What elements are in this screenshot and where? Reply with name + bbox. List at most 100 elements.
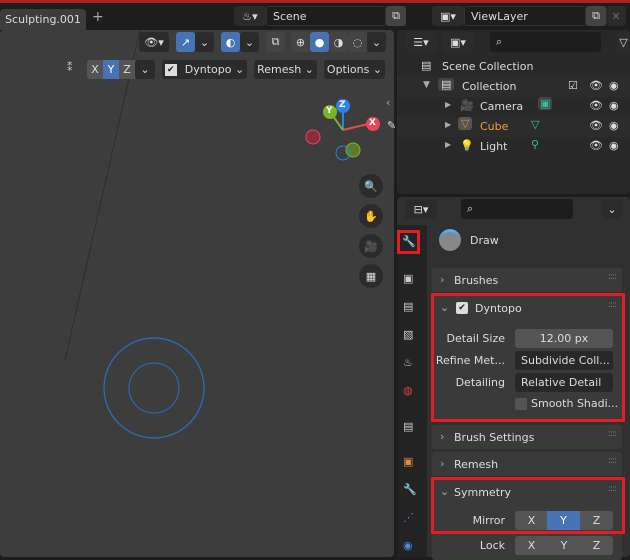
axis-label: Y bbox=[107, 63, 115, 76]
render-camera-icon[interactable]: ◉ bbox=[609, 119, 619, 132]
symmetry-dropdown-icon[interactable]: ⌄ bbox=[135, 60, 155, 79]
collection-row[interactable]: ▼ ▤ Collection ☑ 👁 ◉ bbox=[397, 77, 630, 97]
new-scene-icon[interactable]: ⧉ bbox=[386, 6, 406, 26]
panel-title: Remesh bbox=[454, 458, 499, 471]
dyntopo-dropdown[interactable]: ✔ Dyntopo ⌄ bbox=[162, 60, 247, 79]
wireframe-shading-icon[interactable]: ⊕ bbox=[291, 32, 310, 52]
tool-tab-icon[interactable]: 🔧 bbox=[402, 235, 416, 248]
outliner-item-camera[interactable]: ▶ 🎥 Camera ▣ 👁 ◉ bbox=[397, 97, 630, 117]
remesh-panel[interactable]: › Remesh:::: bbox=[432, 452, 622, 476]
modifier-tab-icon[interactable]: 🔧 bbox=[403, 483, 417, 496]
properties-options-icon[interactable]: ⌄ bbox=[602, 199, 622, 219]
mesh-object-icon: ▽ bbox=[458, 117, 473, 130]
visibility-eye-icon[interactable]: 👁 bbox=[589, 119, 603, 132]
collapsed-chevron-icon: › bbox=[440, 273, 445, 286]
brush-settings-panel[interactable]: › Brush Settings:::: bbox=[432, 425, 622, 449]
scene-field[interactable]: Scene bbox=[266, 6, 386, 26]
gizmo-dropdown-icon[interactable]: ⌄ bbox=[195, 32, 214, 52]
lock-z-button[interactable]: Z bbox=[580, 536, 613, 555]
sidebar-toggle-icon[interactable]: ‹ bbox=[386, 96, 390, 109]
properties-search-input[interactable]: ⌕ bbox=[461, 199, 573, 219]
remove-view-layer-icon[interactable]: ✕ bbox=[606, 6, 626, 26]
drag-grip-icon[interactable]: :::: bbox=[608, 456, 617, 466]
drag-grip-icon[interactable]: :::: bbox=[608, 272, 617, 282]
overlays-dropdown-icon[interactable]: ⌄ bbox=[240, 32, 259, 52]
xray-toggle-icon[interactable]: ⧉ bbox=[266, 32, 285, 52]
filter-view-layer-icon[interactable]: ▣▾ bbox=[442, 32, 474, 52]
workspace-tab-sculpting[interactable]: Sculpting.001 bbox=[0, 9, 86, 30]
render-camera-icon[interactable]: ◉ bbox=[609, 79, 619, 92]
selectability-visibility-icon[interactable]: 👁▾ bbox=[139, 32, 169, 52]
camera-view-icon[interactable]: 🎥 bbox=[359, 234, 383, 258]
new-view-layer-icon[interactable]: ⧉ bbox=[586, 6, 606, 26]
drag-grip-icon[interactable]: :::: bbox=[608, 429, 617, 439]
tool-name: Draw bbox=[470, 234, 499, 247]
material-shading-icon[interactable]: ◑ bbox=[329, 32, 348, 52]
scene-tab-icon[interactable]: ♨ bbox=[403, 356, 413, 369]
render-camera-icon[interactable]: ◉ bbox=[609, 139, 619, 152]
dyntopo-highlight bbox=[431, 293, 625, 422]
light-data-icon[interactable]: ⚲ bbox=[531, 138, 539, 151]
collection-label: Collection bbox=[462, 80, 517, 93]
expand-arrow-icon[interactable]: ▶ bbox=[445, 140, 451, 149]
gizmo-x-label: X bbox=[369, 118, 376, 128]
mesh-data-icon[interactable]: ▽ bbox=[531, 118, 539, 131]
expand-arrow-icon[interactable]: ▼ bbox=[423, 80, 430, 90]
overlays-toggle-icon[interactable]: ◐ bbox=[221, 32, 240, 52]
physics-tab-icon[interactable]: ◉ bbox=[403, 539, 413, 552]
shading-dropdown-icon[interactable]: ⌄ bbox=[367, 32, 386, 52]
eyedropper-icon[interactable]: ✎ bbox=[387, 119, 396, 132]
perspective-toggle-icon[interactable]: ▦ bbox=[359, 264, 383, 288]
collection-tab-icon[interactable]: ▤ bbox=[403, 420, 413, 433]
render-camera-icon[interactable]: ◉ bbox=[609, 99, 619, 112]
brushes-panel[interactable]: › Brushes:::: bbox=[432, 268, 622, 292]
visibility-eye-icon[interactable]: 👁 bbox=[589, 99, 603, 112]
collapsed-chevron-icon: › bbox=[440, 457, 445, 470]
filter-icon[interactable]: ▽ bbox=[617, 32, 630, 52]
scene-selector-icon[interactable]: ♨▾ bbox=[234, 6, 266, 26]
view-layer-tab-icon[interactable]: ▧ bbox=[403, 328, 413, 341]
display-mode-icon[interactable]: ☰▾ bbox=[405, 32, 437, 52]
zoom-view-icon[interactable]: 🔍 bbox=[359, 174, 383, 198]
visibility-eye-icon[interactable]: 👁 bbox=[589, 79, 603, 92]
dyntopo-checkbox[interactable]: ✔ bbox=[164, 63, 177, 76]
outliner-search-input[interactable]: ⌕ bbox=[490, 32, 601, 52]
options-label: Options bbox=[326, 63, 370, 76]
world-tab-icon[interactable]: ◍ bbox=[403, 384, 413, 397]
gizmo-y-label: Y bbox=[326, 106, 333, 116]
lock-y-button[interactable]: Y bbox=[548, 536, 580, 555]
scene-collection-icon: ▤ bbox=[421, 59, 432, 72]
exclude-checkbox[interactable]: ☑ bbox=[568, 79, 578, 92]
expand-arrow-icon[interactable]: ▶ bbox=[445, 100, 451, 109]
visibility-eye-icon[interactable]: 👁 bbox=[589, 139, 603, 152]
dyntopo-label: Dyntopo bbox=[184, 63, 232, 76]
pan-view-icon[interactable]: ✋ bbox=[359, 204, 383, 228]
outliner-item-cube[interactable]: ✎ ▶ ▽ Cube ▽ 👁 ◉ bbox=[387, 117, 630, 137]
view-layer-field[interactable]: ViewLayer bbox=[464, 6, 586, 26]
render-tab-icon[interactable]: ▣ bbox=[403, 272, 413, 285]
expand-arrow-icon[interactable]: ▶ bbox=[445, 120, 451, 129]
gizmo-toggle-icon[interactable]: ↗ bbox=[176, 32, 195, 52]
3d-viewport[interactable]: Z X Y bbox=[0, 30, 394, 557]
editor-type-icon[interactable]: ⊟▾ bbox=[405, 199, 437, 219]
viewport-mirror-z[interactable]: Z bbox=[119, 60, 135, 79]
remesh-dropdown[interactable]: Remesh ⌄ bbox=[254, 60, 317, 79]
rendered-shading-icon[interactable]: ◌ bbox=[348, 32, 367, 52]
camera-data-icon[interactable]: ▣ bbox=[538, 97, 553, 110]
options-dropdown[interactable]: Options ⌄ bbox=[324, 60, 385, 79]
add-workspace-button[interactable]: + bbox=[92, 9, 104, 25]
lock-x-button[interactable]: X bbox=[515, 536, 548, 555]
symmetry-highlight bbox=[431, 477, 625, 534]
outliner-item-light[interactable]: ▶ 💡 Light ⚲ 👁 ◉ bbox=[397, 137, 630, 157]
axis-label: Y bbox=[560, 539, 568, 552]
scene-collection-row[interactable]: ▤ Scene Collection bbox=[397, 57, 630, 77]
viewport-mirror-x[interactable]: X bbox=[87, 60, 103, 79]
output-tab-icon[interactable]: ▤ bbox=[403, 300, 413, 313]
collapsed-chevron-icon: › bbox=[440, 430, 445, 443]
view-layer-selector-icon[interactable]: ▣▾ bbox=[432, 6, 464, 26]
object-tab-icon[interactable]: ▣ bbox=[403, 455, 413, 468]
scene-name: Scene bbox=[273, 9, 307, 23]
viewport-mirror-y[interactable]: Y bbox=[103, 60, 119, 79]
solid-shading-icon[interactable]: ● bbox=[310, 32, 329, 52]
particles-tab-icon[interactable]: ⋰ bbox=[403, 511, 414, 524]
